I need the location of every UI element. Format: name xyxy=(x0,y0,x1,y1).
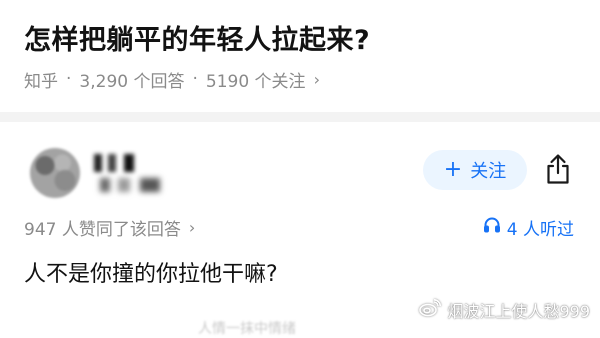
answer-next-line-faded: 人情一抹中情绪 xyxy=(198,321,296,337)
listen-text: 4 人听过 xyxy=(506,219,574,240)
watermark-text: 烟波江上使人愁999 xyxy=(447,302,590,321)
chevron-right-icon: › xyxy=(188,217,196,237)
upvote-summary[interactable]: 947 人赞同了该回答 › xyxy=(24,214,195,240)
separator-dot: · xyxy=(192,69,198,89)
headphones-icon xyxy=(483,216,501,239)
question-meta[interactable]: 知乎 · 3,290 个回答 · 5190 个关注 › xyxy=(24,66,320,92)
answer-count: 3,290 个回答 xyxy=(79,71,185,92)
avatar[interactable] xyxy=(30,148,80,198)
follow-label: 关注 xyxy=(470,161,507,182)
upvote-text: 947 人赞同了该回答 xyxy=(24,219,181,240)
question-title[interactable]: 怎样把躺平的年轻人拉起来? xyxy=(24,18,370,57)
listen-button[interactable]: 4 人听过 xyxy=(483,214,574,240)
source-label: 知乎 xyxy=(24,71,58,92)
author-name-blurred[interactable] xyxy=(94,150,174,198)
separator-dot: · xyxy=(66,69,72,89)
share-icon[interactable] xyxy=(544,153,572,185)
answer-body[interactable]: 人不是你撞的你拉他干嘛? xyxy=(24,256,278,288)
follow-button[interactable]: + 关注 xyxy=(423,150,527,190)
plus-icon: + xyxy=(443,157,463,182)
watermark: 烟波江上使人愁999 xyxy=(419,298,590,322)
section-divider xyxy=(0,112,600,122)
follower-count: 5190 个关注 xyxy=(205,71,306,92)
weibo-icon xyxy=(419,299,442,321)
chevron-right-icon: › xyxy=(313,69,320,89)
